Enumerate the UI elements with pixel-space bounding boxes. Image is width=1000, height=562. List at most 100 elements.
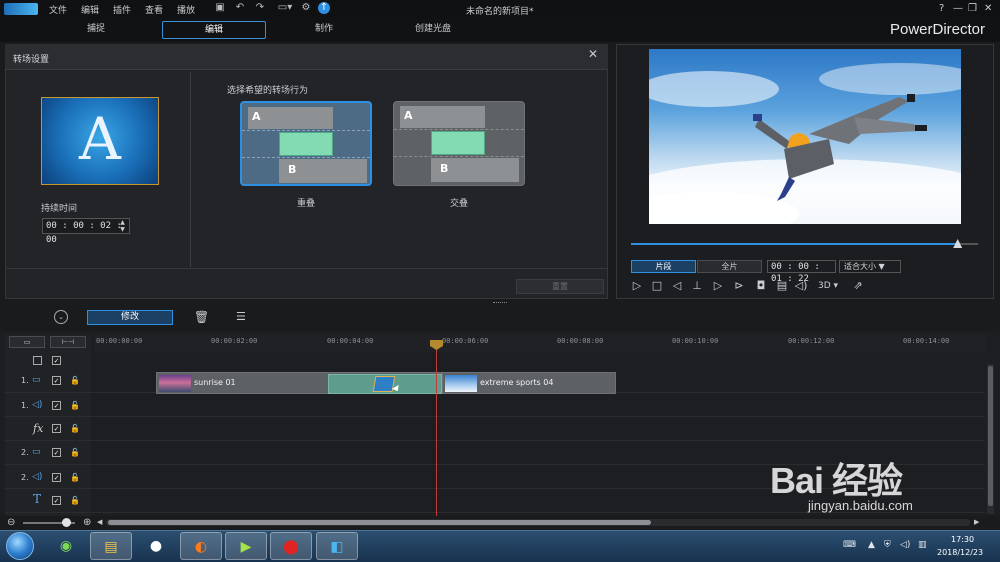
start-button[interactable] bbox=[6, 532, 34, 560]
clock-time[interactable]: 17:30 bbox=[951, 535, 974, 544]
track-enable-checkbox[interactable]: ✓ bbox=[52, 401, 61, 410]
menu-playback[interactable]: 播放 bbox=[177, 3, 195, 16]
clock-date[interactable]: 2018/12/23 bbox=[937, 548, 983, 557]
recorder-icon[interactable]: ⬤ bbox=[270, 532, 312, 560]
panel-resize-handle[interactable] bbox=[493, 302, 507, 304]
master-enable-checkbox[interactable]: ✓ bbox=[52, 356, 61, 365]
lock-icon[interactable]: 🔓 bbox=[70, 496, 80, 505]
security-icon[interactable]: ⛨ bbox=[884, 540, 891, 550]
snapshot-icon[interactable]: ◘ bbox=[754, 279, 768, 293]
lock-icon[interactable]: 🔓 bbox=[70, 401, 80, 410]
clip-extreme-sports[interactable]: extreme sports 04 bbox=[442, 372, 616, 394]
firefox-icon[interactable]: ◐ bbox=[180, 532, 222, 560]
track-enable-checkbox[interactable]: ✓ bbox=[52, 376, 61, 385]
reset-button[interactable]: 重置 bbox=[516, 279, 604, 294]
collapse-icon[interactable]: ⌄ bbox=[54, 310, 68, 324]
help-button[interactable]: ? bbox=[939, 3, 944, 14]
cross-region bbox=[431, 131, 485, 155]
fast-forward-icon[interactable]: ⊳ bbox=[732, 279, 746, 293]
skydiver-image bbox=[649, 63, 961, 224]
duration-spinner[interactable]: ▲ ▼ bbox=[116, 219, 129, 233]
track-enable-checkbox[interactable]: ✓ bbox=[52, 448, 61, 457]
preview-timecode[interactable]: 00 : 00 : 01 : 22 bbox=[767, 260, 836, 284]
redo-icon[interactable]: ↷ bbox=[254, 2, 266, 14]
menu-file[interactable]: 文件 bbox=[49, 3, 67, 16]
tab-edit[interactable]: 编辑 bbox=[162, 21, 266, 39]
close-icon[interactable]: ✕ bbox=[588, 47, 598, 61]
lock-icon[interactable]: 🔓 bbox=[70, 424, 80, 433]
tab-produce[interactable]: 制作 bbox=[272, 21, 376, 39]
split-icon[interactable]: ⊥ bbox=[690, 279, 704, 293]
tab-capture[interactable]: 捕捉 bbox=[44, 21, 148, 39]
3d-toggle[interactable]: 3D ▾ bbox=[816, 279, 840, 293]
preview-image bbox=[649, 49, 961, 224]
keyboard-icon[interactable]: ⌨ bbox=[843, 540, 856, 550]
close-window-button[interactable]: ✕ bbox=[984, 3, 992, 14]
undo-icon[interactable]: ↶ bbox=[234, 2, 246, 14]
settings-gear-icon[interactable]: ⚙ bbox=[300, 2, 312, 14]
zoom-slider-handle[interactable] bbox=[62, 518, 71, 527]
previous-frame-icon[interactable]: ◁ bbox=[670, 279, 684, 293]
trash-icon[interactable]: 🗑 bbox=[194, 310, 209, 324]
play-icon[interactable]: ▷ bbox=[630, 279, 644, 293]
upgrade-icon[interactable]: ↑ bbox=[318, 2, 330, 14]
panel-divider bbox=[190, 72, 191, 267]
mode-bar bbox=[0, 18, 1000, 42]
browser-360-icon[interactable]: ◉ bbox=[45, 532, 87, 560]
track-number: 1. bbox=[21, 401, 29, 410]
vertical-scroll-thumb[interactable] bbox=[988, 366, 993, 506]
volume-tray-icon[interactable]: ◁) bbox=[900, 540, 910, 550]
arrange-icon[interactable]: ☰ bbox=[236, 310, 246, 323]
video-track-icon: ▭ bbox=[32, 447, 41, 457]
horizontal-scroll-thumb[interactable] bbox=[108, 520, 651, 525]
menu-view[interactable]: 查看 bbox=[145, 3, 163, 16]
clip-mode-toggle[interactable]: 片段 bbox=[631, 260, 696, 273]
stop-icon[interactable]: □ bbox=[650, 279, 664, 293]
lock-icon[interactable]: 🔓 bbox=[70, 448, 80, 457]
track-enable-checkbox[interactable]: ✓ bbox=[52, 424, 61, 433]
zoom-out-icon[interactable]: ⊖ bbox=[7, 517, 15, 528]
scroll-right-icon[interactable]: ▶ bbox=[974, 518, 979, 526]
tray-arrow-icon[interactable]: ▲ bbox=[868, 540, 875, 550]
scroll-left-icon[interactable]: ◀ bbox=[97, 518, 102, 526]
audio-track-icon: ◁) bbox=[32, 472, 43, 482]
aspect-ratio-icon[interactable]: ▭▾ bbox=[274, 2, 296, 14]
undock-icon[interactable]: ⇗ bbox=[851, 279, 865, 293]
next-frame-icon[interactable]: ▷ bbox=[711, 279, 725, 293]
minimize-button[interactable]: — bbox=[953, 3, 963, 14]
track-enable-checkbox[interactable]: ✓ bbox=[52, 496, 61, 505]
video-app-icon[interactable]: ▶ bbox=[225, 532, 267, 560]
clip-thumbnail bbox=[159, 375, 191, 392]
fit-size-dropdown[interactable]: 适合大小 ▼ bbox=[839, 260, 901, 273]
ruler-tick: 00:00:04:00 bbox=[327, 337, 374, 345]
clip-b-block: B bbox=[431, 158, 519, 182]
lock-icon[interactable]: 🔓 bbox=[70, 376, 80, 385]
lock-icon[interactable]: 🔓 bbox=[70, 473, 80, 482]
file-explorer-icon[interactable]: ▤ bbox=[90, 532, 132, 560]
cross-option[interactable]: A B bbox=[393, 101, 525, 186]
app-logo-icon bbox=[4, 3, 38, 15]
overlap-option[interactable]: A B bbox=[240, 101, 372, 186]
modify-button[interactable]: 修改 bbox=[87, 310, 173, 325]
save-icon[interactable]: ▣ bbox=[214, 2, 226, 14]
menu-edit[interactable]: 编辑 bbox=[81, 3, 99, 16]
fit-timeline-button[interactable]: ⊢⊣ bbox=[50, 336, 86, 348]
ruler-tick: 00:00:08:00 bbox=[557, 337, 604, 345]
tab-create-disc[interactable]: 创建光盘 bbox=[381, 21, 485, 39]
powerdirector-taskbar-icon[interactable]: ◧ bbox=[316, 532, 358, 560]
track-manager-button[interactable]: ▭ bbox=[9, 336, 45, 348]
movie-mode-toggle[interactable]: 全片 bbox=[697, 260, 762, 273]
overlap-caption: 重叠 bbox=[296, 199, 315, 209]
watermark-logo: Bai 经验 bbox=[770, 460, 903, 501]
network-icon[interactable]: ▥ bbox=[918, 540, 927, 550]
qq-icon[interactable]: ● bbox=[135, 532, 177, 560]
track-enable-checkbox[interactable]: ✓ bbox=[52, 473, 61, 482]
master-track-checkbox[interactable] bbox=[33, 356, 42, 365]
zoom-in-icon[interactable]: ⊕ bbox=[83, 517, 91, 528]
track-number: 2. bbox=[21, 473, 29, 482]
menu-plugins[interactable]: 插件 bbox=[113, 3, 131, 16]
subtitle-icon[interactable]: ▤ bbox=[775, 279, 789, 293]
volume-icon[interactable]: ◁) bbox=[794, 279, 808, 293]
maximize-button[interactable]: ❐ bbox=[968, 3, 977, 14]
ruler-tick: 00:00:10:00 bbox=[672, 337, 719, 345]
